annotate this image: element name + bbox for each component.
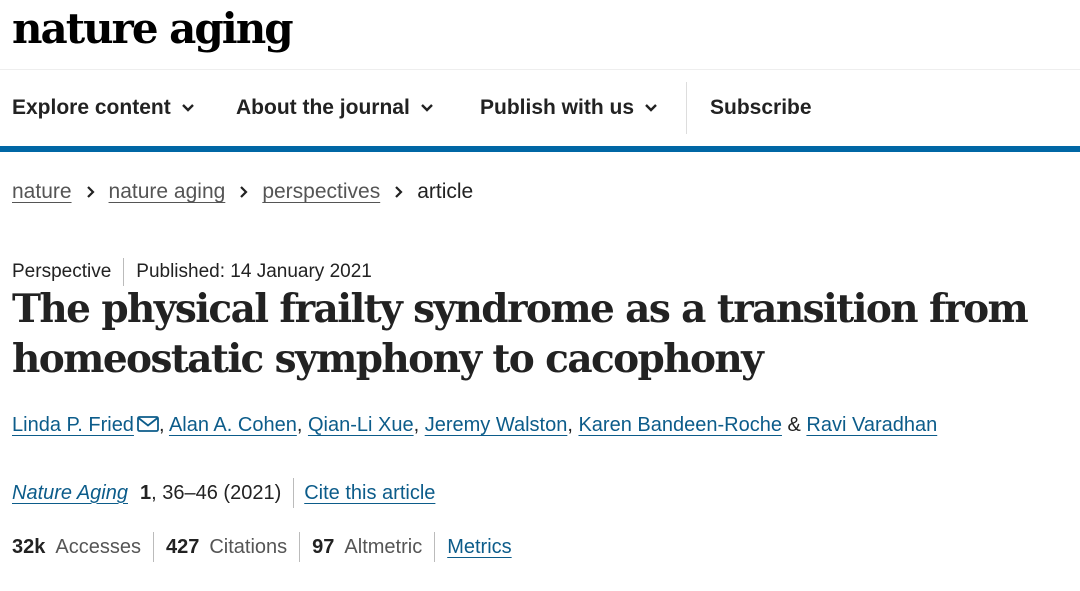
chevron-down-icon: [420, 103, 434, 113]
author-separator: ,: [413, 414, 425, 436]
chevron-down-icon: [181, 103, 195, 113]
altmetric-value: 97: [312, 535, 335, 558]
breadcrumb-link-nature[interactable]: nature: [12, 180, 72, 204]
main-nav: Explore content About the journal Publis…: [0, 82, 1080, 138]
journal-logo[interactable]: nature aging: [12, 4, 294, 53]
metrics-link[interactable]: Metrics: [447, 536, 511, 559]
author-link[interactable]: Ravi Varadhan: [806, 414, 937, 436]
article-type: Perspective: [12, 261, 112, 282]
nav-subscribe[interactable]: Subscribe: [710, 82, 812, 134]
breadcrumb-current: article: [417, 180, 474, 203]
metrics-divider: [299, 532, 301, 562]
pages-year: , 36–46 (2021): [151, 481, 282, 504]
nav-publish-with-us[interactable]: Publish with us: [480, 82, 658, 134]
header-divider: [0, 69, 1080, 70]
article-title: The physical frailty syndrome as a trans…: [12, 286, 1029, 382]
author-list: Linda P. Fried, Alan A. Cohen, Qian-Li X…: [12, 414, 937, 438]
author-link[interactable]: Karen Bandeen-Roche: [578, 414, 781, 436]
altmetric-label: Altmetric: [344, 535, 423, 558]
nav-divider: [686, 82, 687, 134]
author-link[interactable]: Linda P. Fried: [12, 414, 134, 436]
breadcrumb-link-perspectives[interactable]: perspectives: [262, 180, 380, 204]
author-link[interactable]: Jeremy Walston: [425, 414, 568, 436]
nav-accent-bar: [0, 146, 1080, 152]
citations-value: 427: [165, 535, 200, 558]
chevron-down-icon: [644, 103, 658, 113]
email-icon[interactable]: [137, 415, 159, 438]
journal-link[interactable]: Nature Aging: [12, 482, 128, 505]
published-date: Published: 14 January 2021: [136, 261, 372, 282]
author-link[interactable]: Alan A. Cohen: [169, 414, 297, 436]
metrics-divider: [152, 532, 154, 562]
citation-divider: [293, 478, 295, 508]
nav-explore-content-label: Explore content: [12, 96, 171, 119]
accesses-value: 32k: [12, 535, 46, 558]
article-meta: Perspective Published: 14 January 2021: [12, 258, 372, 286]
cite-this-article-link[interactable]: Cite this article: [304, 482, 435, 505]
author-separator: ,: [296, 414, 308, 436]
author-link[interactable]: Qian-Li Xue: [308, 414, 414, 436]
citations-label: Citations: [209, 535, 288, 558]
author-separator: ,: [158, 414, 169, 436]
breadcrumb: nature nature aging perspectives article: [12, 180, 473, 204]
article-metrics: 32k Accesses 427 Citations 97 Altmetric …: [12, 532, 512, 562]
nav-about-journal[interactable]: About the journal: [236, 82, 434, 134]
author-and: &: [781, 414, 807, 436]
nav-about-journal-label: About the journal: [236, 96, 410, 119]
meta-divider: [123, 258, 125, 286]
nav-publish-with-us-label: Publish with us: [480, 96, 635, 119]
citation-line: Nature Aging 1, 36–46 (2021) Cite this a…: [12, 478, 435, 508]
accesses-label: Accesses: [55, 535, 141, 558]
nav-explore-content[interactable]: Explore content: [12, 82, 195, 134]
chevron-right-icon: [239, 185, 248, 199]
author-separator: ,: [567, 414, 579, 436]
chevron-right-icon: [394, 185, 403, 199]
metrics-divider: [434, 532, 436, 562]
breadcrumb-link-nature-aging[interactable]: nature aging: [109, 180, 226, 204]
volume-number: 1: [140, 481, 152, 504]
chevron-right-icon: [86, 185, 95, 199]
